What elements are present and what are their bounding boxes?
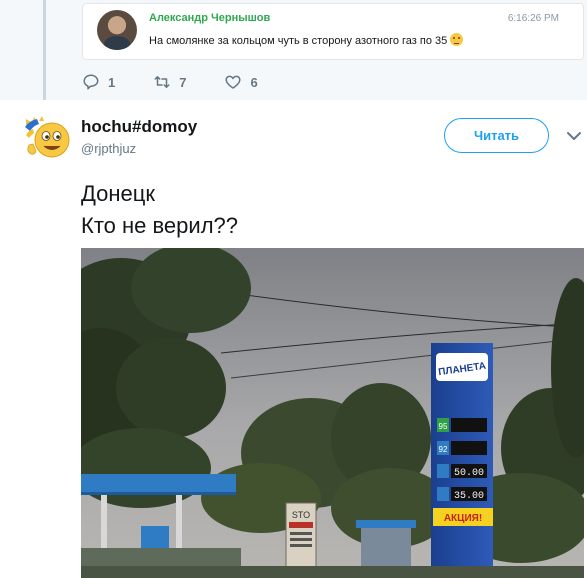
thread-rail [43,0,46,100]
tweet-actions: 1 7 6 [82,72,296,92]
svg-text:92: 92 [439,445,448,454]
waving-hand [27,143,37,155]
promo-banner: АКЦИЯ! [444,513,482,524]
reply-timestamp: 6:16:26 PM [507,13,559,24]
tweet-text-line-2: Кто не верил?? [81,213,238,238]
user-handle[interactable]: @rjpthjuz [81,141,136,156]
retweet-icon [154,76,170,88]
reply-button[interactable]: 1 [82,73,115,91]
reply-icon [83,74,99,90]
conversation-context: Александр Чернышов 6:16:26 PM На смолянк… [0,0,587,100]
reply-text-body: На смолянке за кольцом чуть в сторону аз… [149,35,448,47]
price-diesel: 50.00 [454,468,484,479]
svg-text:STO: STO [292,510,310,520]
tweet-text: Донецк Кто не верил?? [81,178,238,242]
user-display-name[interactable]: hochu#domoy [81,117,197,137]
user-avatar[interactable] [22,115,72,161]
reply-text: На смолянке за кольцом чуть в сторону аз… [149,33,464,47]
reply-author-name[interactable]: Александр Чернышов [149,12,270,24]
reply-count: 1 [108,74,116,90]
svg-text:95: 95 [439,422,448,431]
chevron-down-icon[interactable] [566,130,582,142]
reply-card[interactable]: Александр Чернышов 6:16:26 PM На смолянк… [82,3,584,60]
tweet-photo[interactable]: STO ПЛАНЕТА 95 92 50.00 35.00 АКЦИЯ! [81,248,584,578]
sto-sign: STO [285,502,317,576]
price-pylon: ПЛАНЕТА 95 92 50.00 35.00 АКЦИЯ! [431,343,493,578]
heart-icon [225,75,241,89]
follow-button[interactable]: Читать [444,118,549,153]
retweet-button[interactable]: 7 [153,73,186,91]
reply-author-avatar[interactable] [97,10,137,50]
retweet-count: 7 [179,74,187,90]
price-gas: 35.00 [454,491,484,502]
tweet-text-line-1: Донецк [81,181,155,206]
smile-emoji-icon [450,33,464,46]
like-count: 6 [250,74,258,90]
like-button[interactable]: 6 [224,73,258,91]
smiley-face [34,122,70,158]
